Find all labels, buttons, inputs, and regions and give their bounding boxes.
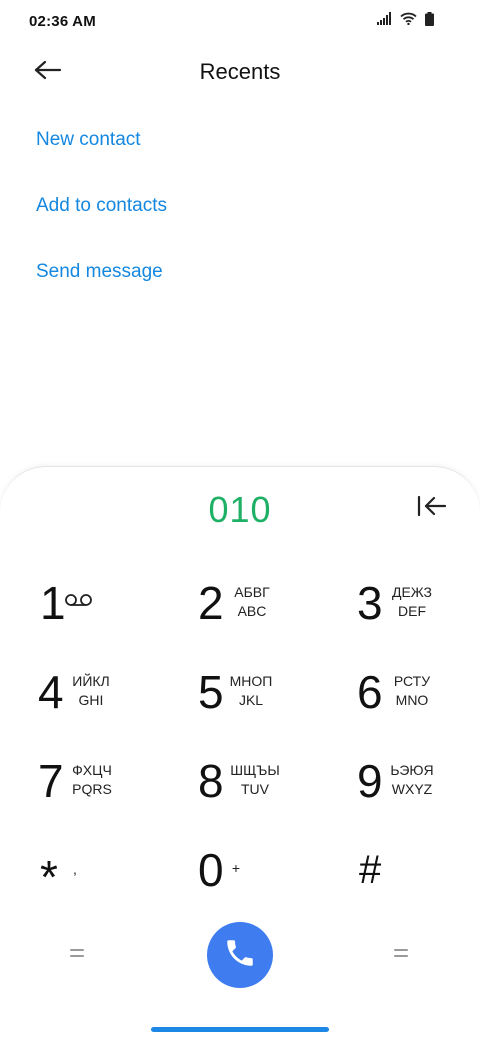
key-5[interactable]: 5 МНОП JKL [198,664,328,734]
add-to-contacts-link[interactable]: Add to contacts [36,195,167,217]
key-latin-letters: ABC [237,603,267,619]
key-2[interactable]: 2 АБВГ ABC [198,575,328,645]
key-4[interactable]: 4 ИЙКЛ GHI [38,664,168,734]
backspace-button[interactable] [412,492,452,524]
wifi-icon [400,12,417,30]
menu-icon[interactable] [392,949,412,961]
signal-icon [377,12,392,30]
key-latin-letters: WXYZ [391,781,433,797]
backspace-icon [417,495,447,522]
key-digit: 7 [38,755,64,807]
key-cyrillic-letters: ШЩЪЫ [230,762,280,778]
key-digit: 8 [198,755,224,807]
key-digit: 2 [198,577,224,629]
key-pause-symbol: , [73,861,77,877]
key-latin-letters: PQRS [72,781,112,797]
key-hash[interactable]: # [359,842,480,912]
key-cyrillic-letters: РСТУ [393,673,431,689]
key-cyrillic-letters: ИЙКЛ [72,673,110,689]
key-latin-letters: JKL [238,692,264,708]
key-7[interactable]: 7 ФХЦЧ PQRS [38,753,168,823]
dialer-screen: 02:36 AM Recents New contact Add to cont… [0,0,480,1040]
key-digit: * [40,851,58,903]
new-contact-link[interactable]: New contact [36,129,141,151]
key-digit: 4 [38,666,64,718]
key-digit: 6 [357,666,383,718]
key-0[interactable]: 0 + [198,842,328,912]
key-8[interactable]: 8 ШЩЪЫ TUV [198,753,328,823]
key-cyrillic-letters: ДЕЖЗ [391,584,433,600]
key-cyrillic-letters: ЬЭЮЯ [390,762,434,778]
key-1[interactable]: 1 [40,575,170,645]
voicemail-icon [64,593,94,612]
key-digit: 5 [198,666,224,718]
key-star[interactable]: * , [40,842,170,912]
status-bar: 02:36 AM [0,0,480,44]
battery-icon [425,11,434,31]
home-indicator[interactable] [151,1027,329,1032]
menu-icon[interactable] [68,949,88,961]
call-button[interactable] [207,922,273,988]
dialed-number: 010 [208,489,272,530]
key-digit: 0 [198,844,224,896]
key-cyrillic-letters: МНОП [229,673,273,689]
key-9[interactable]: 9 ЬЭЮЯ WXYZ [357,753,480,823]
key-cyrillic-letters: АБВГ [234,584,270,600]
key-3[interactable]: 3 ДЕЖЗ DEF [357,575,480,645]
key-digit: 9 [357,755,383,807]
key-digit: # [359,848,382,892]
key-digit: 3 [357,577,383,629]
key-plus-symbol: + [231,860,241,876]
key-cyrillic-letters: ФХЦЧ [72,762,112,778]
key-digit: 1 [40,577,66,629]
send-message-link[interactable]: Send message [36,261,163,283]
phone-icon [223,936,257,975]
status-icons [377,11,434,31]
key-6[interactable]: 6 РСТУ MNO [357,664,480,734]
key-latin-letters: TUV [241,781,269,797]
key-latin-letters: GHI [78,692,104,708]
key-latin-letters: MNO [395,692,429,708]
page-title: Recents [199,59,281,84]
status-time: 02:36 AM [29,13,96,30]
key-latin-letters: DEF [398,603,426,619]
